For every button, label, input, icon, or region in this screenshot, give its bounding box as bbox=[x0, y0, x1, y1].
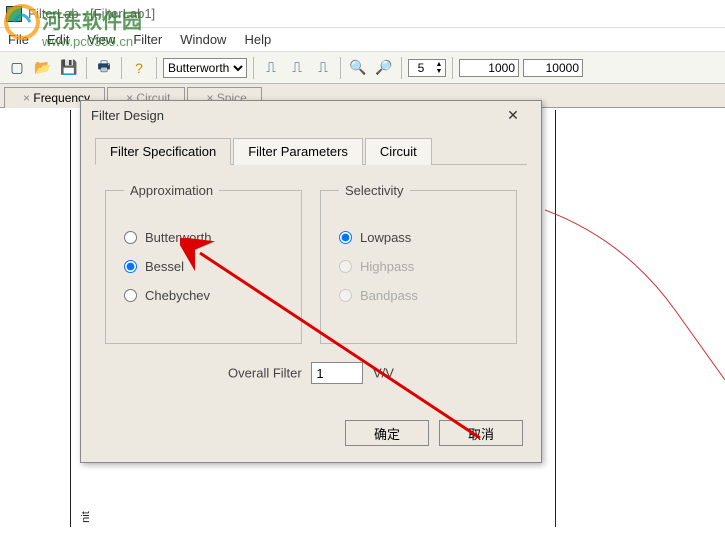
toolbar-separator bbox=[401, 57, 402, 79]
toolbar-separator bbox=[156, 57, 157, 79]
freq1-input[interactable] bbox=[459, 59, 519, 77]
dialog-buttons: 确定 取消 bbox=[81, 410, 541, 462]
plot-axis bbox=[70, 110, 71, 527]
response-curve bbox=[545, 200, 725, 380]
radio-chebychev-input[interactable] bbox=[124, 289, 137, 302]
zoom-out-icon[interactable]: 🔎 bbox=[373, 57, 395, 79]
radio-bessel[interactable]: Bessel bbox=[124, 259, 283, 274]
tab-filter-parameters[interactable]: Filter Parameters bbox=[233, 138, 363, 165]
menu-bar: File Edit View Filter Window Help bbox=[0, 28, 725, 52]
toolbar-separator bbox=[253, 57, 254, 79]
spec-panel: Approximation Butterworth Bessel Chebych… bbox=[95, 165, 527, 396]
dialog-title-bar: Filter Design ✕ bbox=[81, 101, 541, 129]
spinner-value: 5 bbox=[409, 61, 433, 75]
overall-filter-row: Overall Filter V/V bbox=[105, 362, 517, 384]
toolbar-separator bbox=[121, 57, 122, 79]
radio-bessel-input[interactable] bbox=[124, 260, 137, 273]
menu-help[interactable]: Help bbox=[244, 32, 271, 47]
toolbar-open-icon[interactable]: 📂 bbox=[32, 57, 54, 79]
dialog-title: Filter Design bbox=[91, 108, 164, 123]
radio-lowpass[interactable]: Lowpass bbox=[339, 230, 498, 245]
window-title: FilterLab - [FilterLab1] bbox=[28, 6, 155, 21]
overall-unit: V/V bbox=[373, 366, 394, 381]
menu-edit[interactable]: Edit bbox=[47, 32, 69, 47]
toolbar-new-icon[interactable]: ▢ bbox=[6, 57, 28, 79]
toolbar: ▢ 📂 💾 🖶 ? Butterworth ⎍ ⎍ ⎍ 🔍 🔎 5 ▲▼ bbox=[0, 52, 725, 84]
order-spinner[interactable]: 5 ▲▼ bbox=[408, 59, 446, 77]
menu-view[interactable]: View bbox=[87, 32, 115, 47]
radio-highpass: Highpass bbox=[339, 259, 498, 274]
y-axis-label: nit bbox=[80, 511, 92, 523]
zoom-in-icon[interactable]: 🔍 bbox=[347, 57, 369, 79]
radio-lowpass-input[interactable] bbox=[339, 231, 352, 244]
selectivity-legend: Selectivity bbox=[339, 183, 410, 198]
toolbar-save-icon[interactable]: 💾 bbox=[58, 57, 80, 79]
radio-bandpass: Bandpass bbox=[339, 288, 498, 303]
toolbar-help-icon[interactable]: ? bbox=[128, 57, 150, 79]
radio-chebychev[interactable]: Chebychev bbox=[124, 288, 283, 303]
dialog-tabs: Filter Specification Filter Parameters C… bbox=[95, 137, 527, 165]
menu-window[interactable]: Window bbox=[180, 32, 226, 47]
filter-design-dialog: Filter Design ✕ Filter Specification Fil… bbox=[80, 100, 542, 463]
overall-filter-input[interactable] bbox=[311, 362, 363, 384]
app-icon bbox=[6, 6, 22, 22]
menu-file[interactable]: File bbox=[8, 32, 29, 47]
approximation-select[interactable]: Butterworth bbox=[163, 58, 247, 78]
cancel-button[interactable]: 取消 bbox=[439, 420, 523, 446]
radio-butterworth-input[interactable] bbox=[124, 231, 137, 244]
bandpass-icon[interactable]: ⎍ bbox=[312, 57, 334, 79]
radio-butterworth[interactable]: Butterworth bbox=[124, 230, 283, 245]
overall-label: Overall Filter bbox=[228, 366, 302, 381]
radio-bandpass-input bbox=[339, 289, 352, 302]
toolbar-print-icon[interactable]: 🖶 bbox=[93, 57, 115, 79]
menu-filter[interactable]: Filter bbox=[133, 32, 162, 47]
tab-filter-specification[interactable]: Filter Specification bbox=[95, 138, 231, 165]
window-title-bar: FilterLab - [FilterLab1] bbox=[0, 0, 725, 28]
toolbar-separator bbox=[86, 57, 87, 79]
freq2-input[interactable] bbox=[523, 59, 583, 77]
selectivity-group: Selectivity Lowpass Highpass Bandpass bbox=[320, 183, 517, 344]
tab-circuit[interactable]: Circuit bbox=[365, 138, 432, 165]
lowpass-icon[interactable]: ⎍ bbox=[260, 57, 282, 79]
close-button[interactable]: ✕ bbox=[495, 104, 531, 126]
approximation-group: Approximation Butterworth Bessel Chebych… bbox=[105, 183, 302, 344]
approximation-legend: Approximation bbox=[124, 183, 219, 198]
radio-highpass-input bbox=[339, 260, 352, 273]
ok-button[interactable]: 确定 bbox=[345, 420, 429, 446]
toolbar-separator bbox=[340, 57, 341, 79]
spinner-arrows-icon[interactable]: ▲▼ bbox=[433, 60, 445, 76]
highpass-icon[interactable]: ⎍ bbox=[286, 57, 308, 79]
toolbar-separator bbox=[452, 57, 453, 79]
